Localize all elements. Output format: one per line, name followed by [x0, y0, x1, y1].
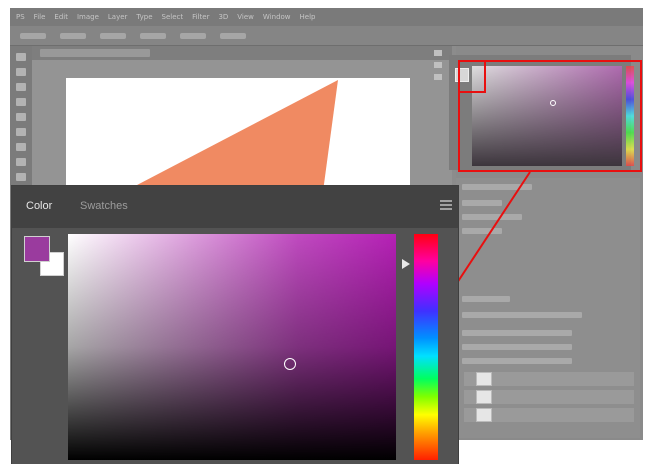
hue-slider-marker[interactable] — [402, 259, 410, 269]
menu-item-file[interactable]: File — [34, 13, 46, 21]
gradient-tool-icon[interactable] — [16, 173, 26, 181]
menu-bar: PS File Edit Image Layer Type Select Fil… — [10, 8, 643, 26]
menu-item-image[interactable]: Image — [77, 13, 99, 21]
tab-swatches[interactable]: Swatches — [80, 200, 128, 212]
brush-tool-icon[interactable] — [16, 128, 26, 136]
options-control[interactable] — [140, 32, 166, 39]
layer-thumbnail — [476, 408, 492, 422]
color-panel-header: Color Swatches — [12, 186, 458, 228]
menu-item-view[interactable]: View — [237, 13, 254, 21]
menu-item-ps[interactable]: PS — [16, 13, 25, 21]
panel-row — [462, 228, 502, 234]
menu-item-filter[interactable]: Filter — [192, 13, 209, 21]
hue-slider[interactable] — [414, 234, 438, 460]
info-icon[interactable] — [434, 74, 442, 80]
history-icon[interactable] — [434, 50, 442, 56]
layers-tabs[interactable] — [462, 312, 582, 318]
menu-item-select[interactable]: Select — [162, 13, 184, 21]
saturation-brightness-field[interactable] — [68, 234, 396, 460]
panel-row — [462, 296, 510, 302]
eraser-tool-icon[interactable] — [16, 158, 26, 166]
layers-mode-row[interactable] — [462, 344, 572, 350]
crop-tool-icon[interactable] — [16, 98, 26, 106]
layers-lock-row[interactable] — [462, 358, 572, 364]
menu-item-window[interactable]: Window — [263, 13, 291, 21]
options-control[interactable] — [60, 32, 86, 39]
document-tab[interactable] — [40, 49, 150, 57]
move-tool-icon[interactable] — [16, 53, 26, 61]
options-control[interactable] — [220, 32, 246, 39]
layer-thumbnail — [476, 390, 492, 404]
menu-item-edit[interactable]: Edit — [54, 13, 68, 21]
properties-icon[interactable] — [434, 62, 442, 68]
tab-color[interactable]: Color — [26, 200, 52, 212]
menu-item-type[interactable]: Type — [136, 13, 152, 21]
options-control[interactable] — [180, 32, 206, 39]
clone-tool-icon[interactable] — [16, 143, 26, 151]
document-tab-bar — [32, 46, 452, 60]
eyedropper-tool-icon[interactable] — [16, 113, 26, 121]
panel-icon-strip — [432, 44, 444, 104]
panel-row — [462, 200, 502, 206]
panel-menu-icon[interactable] — [440, 200, 452, 210]
marquee-tool-icon[interactable] — [16, 68, 26, 76]
color-panel-zoomed: Color Swatches — [12, 186, 458, 464]
foreground-color-swatch[interactable] — [24, 236, 50, 262]
lasso-tool-icon[interactable] — [16, 83, 26, 91]
layer-thumbnail — [476, 372, 492, 386]
menu-item-help[interactable]: Help — [300, 13, 316, 21]
options-control[interactable] — [100, 32, 126, 39]
layers-filter-row[interactable] — [462, 330, 572, 336]
panel-header — [462, 184, 532, 190]
options-control[interactable] — [20, 32, 46, 39]
swatch-highlight-box — [458, 60, 486, 93]
menu-item-3d[interactable]: 3D — [218, 13, 228, 21]
color-picker-cursor[interactable] — [284, 358, 296, 370]
panel-row — [462, 214, 522, 220]
menu-item-layer[interactable]: Layer — [108, 13, 128, 21]
options-bar — [10, 26, 643, 46]
